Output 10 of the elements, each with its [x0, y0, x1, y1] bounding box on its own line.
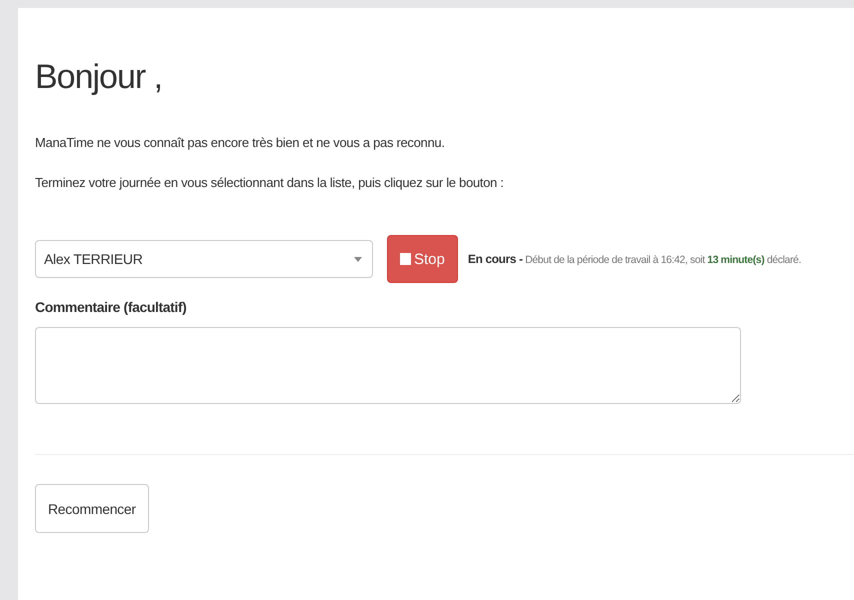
stop-button[interactable]: Stop [387, 235, 458, 283]
instruction-text: ManaTime ne vous connaît pas encore très bien et ne vous a pas reconnu. [35, 135, 446, 150]
caret-icon [354, 256, 362, 262]
restart-button[interactable]: Recommencer [35, 484, 149, 533]
comment-field[interactable] [35, 327, 741, 404]
instruction-text: Terminez votre journée en vous sélectionnant dans la liste, puis cliquez sur le bouton : [35, 175, 505, 190]
comment-label: Commentaire (facultatif) [35, 299, 188, 315]
greeting-heading: Bonjour , [35, 58, 164, 97]
status-text: En cours - Début de la période de travail à 16:42, soit 13 minute(s) déclaré. [468, 252, 802, 266]
user-select[interactable]: Alex TERRIEUR [35, 240, 373, 278]
